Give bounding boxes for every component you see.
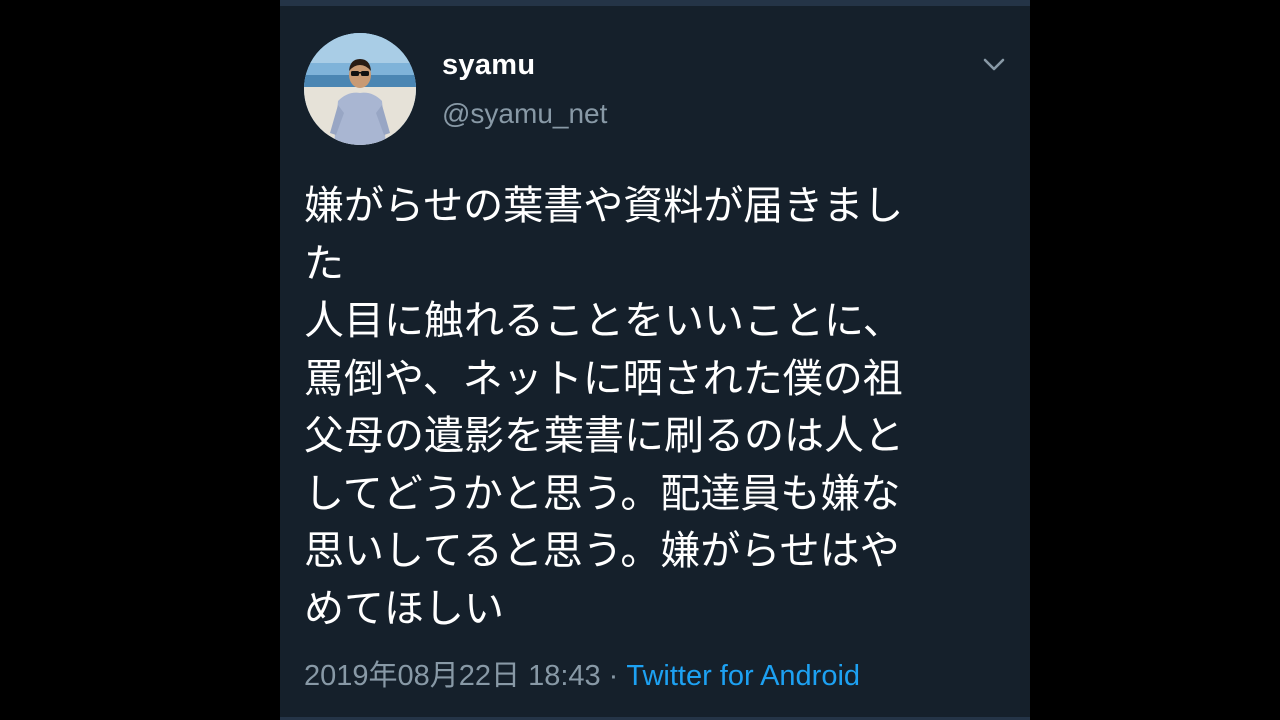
avatar[interactable] — [304, 33, 416, 145]
tweet-meta: 2019年08月22日 18:43 · Twitter for Android — [304, 656, 860, 696]
profile-photo-icon — [304, 33, 416, 145]
tweet-menu-button[interactable] — [980, 50, 1008, 78]
user-handle[interactable]: @syamu_net — [442, 96, 607, 132]
tweet-source-link[interactable]: Twitter for Android — [626, 660, 860, 692]
meta-separator: · — [608, 660, 619, 692]
tweet-timestamp[interactable]: 2019年08月22日 18:43 — [304, 660, 601, 692]
tweet-text: 嫌がらせの葉書や資料が届きまし た 人目に触れることをいいことに、 罵倒や、ネッ… — [304, 183, 904, 632]
display-name[interactable]: syamu — [442, 46, 607, 84]
video-frame: syamu @syamu_net 嫌がらせの葉書や資料が届きまし た 人目に触れ… — [0, 0, 1280, 720]
user-names: syamu @syamu_net — [442, 46, 607, 132]
chevron-down-icon — [983, 58, 1005, 71]
tweet-card: syamu @syamu_net 嫌がらせの葉書や資料が届きまし た 人目に触れ… — [280, 0, 1030, 720]
